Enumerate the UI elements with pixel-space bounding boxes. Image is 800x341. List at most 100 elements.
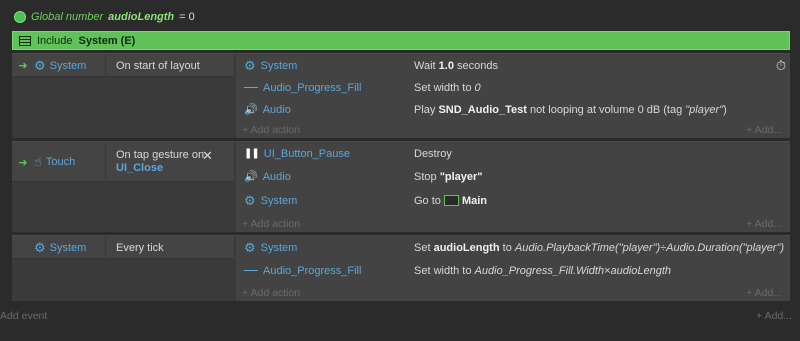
global-value: = 0 [179,11,195,23]
action-object: ⚙ System [236,194,406,207]
action-object: 🔊 Audio [236,103,406,117]
action-object-label: System [260,241,298,254]
action-row[interactable]: ⚙ System Set audioLength to Audio.Playba… [236,236,790,259]
arrow-right-icon: ➜ [18,60,28,72]
action-object: Audio_Progress_Fill [236,265,406,277]
add-event-button[interactable]: Add event [0,310,47,322]
condition-text: On start of layout [116,59,200,72]
action-object: 🔊 Audio [236,170,406,184]
action-object: ❚❚ UI_Button_Pause [236,148,406,160]
event-block[interactable]: ➜ ☝ Touch On tap gesture on UI_Close ✕ ❚… [12,141,790,232]
condition-text-line1: On tap gesture on [116,149,205,161]
action-text-pre: Set width to [414,81,475,94]
globe-icon [14,11,26,23]
action-text-pre: Wait [414,59,439,72]
action-row[interactable]: Audio_Progress_Fill Set width to Audio_P… [236,259,790,282]
condition-text: Every tick [116,241,164,254]
condition-text: On tap gesture on UI_Close [106,149,204,175]
condition-target: UI_Close [116,162,164,174]
condition-object[interactable]: ☝ Touch [34,142,106,182]
action-text: Set width to Audio_Progress_Fill.Width×a… [406,265,671,277]
action-text-bold: "player" [439,170,483,183]
event-block[interactable]: ➜ ⚙ System On start of layout ⏱ ⚙ System… [12,53,790,138]
touch-hand-icon: ☝ [34,154,42,169]
condition-row[interactable]: ⚙ System Every tick [12,236,234,259]
action-row[interactable]: 🔊 Audio Play SND_Audio_Test not looping … [236,98,790,121]
arrow-right-icon: ➜ [18,156,28,169]
action-text: Go to Main [406,195,487,207]
action-object-label: System [260,59,298,72]
add-more-button[interactable]: + Add... [746,218,782,230]
action-object: Audio_Progress_Fill [236,82,406,94]
condition-column[interactable]: ➜ ☝ Touch On tap gesture on UI_Close ✕ [12,142,234,232]
action-object-label: UI_Button_Pause [263,147,350,160]
gear-icon: ⚙ [244,58,256,73]
global-name: audioLength [108,11,175,23]
add-action-button[interactable]: + Add action [242,124,300,136]
action-row[interactable]: ⚙ System Wait 1.0 seconds [236,54,790,77]
include-row[interactable]: Include System (E) [12,31,790,50]
action-text-pre: Set width to [414,264,475,277]
close-icon[interactable]: ✕ [202,148,213,164]
actions-column[interactable]: ⚙ System Set audioLength to Audio.Playba… [236,236,790,301]
condition-object-label: System [49,59,87,72]
action-text-post: to [499,241,515,254]
action-text-italic: "player" [685,103,724,116]
action-object-label: Audio_Progress_Fill [263,81,362,94]
action-text: Stop "player" [406,171,483,183]
add-action-button[interactable]: + Add action [242,218,300,230]
condition-column[interactable]: ⚙ System Every tick [12,236,234,301]
action-row[interactable]: ❚❚ UI_Button_Pause Destroy [236,142,790,165]
add-action-button[interactable]: + Add action [242,287,300,299]
action-text-post: not looping at volume 0 dB (tag [526,103,686,116]
condition-object[interactable]: ⚙ System [34,236,106,259]
action-text-pre: Go to [414,194,444,207]
action-text-italic: Audio_Progress_Fill.Width×audioLength [474,264,672,277]
actions-column[interactable]: ⏱ ⚙ System Wait 1.0 seconds Audio_Progre… [236,54,790,138]
action-text-bold: audioLength [433,241,500,254]
action-text-bold: SND_Audio_Test [438,103,527,116]
action-text-pre: Play [414,103,439,116]
condition-object[interactable]: ⚙ System [34,54,106,77]
action-object-label: Audio [262,103,291,116]
action-object: ⚙ System [236,241,406,254]
action-row[interactable]: ⚙ System Go to Main [236,189,790,212]
action-text-pre: Stop [414,170,440,183]
action-object-label: Audio [262,170,291,183]
add-more-bottom-button[interactable]: + Add... [756,310,792,322]
add-more-button[interactable]: + Add... [746,124,782,136]
condition-object-label: Touch [45,156,76,168]
global-variable-row[interactable]: Global number audioLength = 0 [14,8,195,26]
sprite-line-icon [244,270,258,271]
gear-icon: ⚙ [244,193,256,208]
action-text-pre: Set [414,241,434,254]
pause-icon: ❚❚ [244,148,260,159]
action-row[interactable]: Audio_Progress_Fill Set width to 0 [236,76,790,99]
action-text: Destroy [414,147,452,160]
speaker-icon: 🔊 [244,104,258,116]
speaker-icon: 🔊 [244,171,258,183]
gear-icon: ⚙ [244,240,256,255]
action-text-italic: Audio.PlaybackTime("player")÷Audio.Durat… [514,241,785,254]
action-text-end: ) [723,103,727,116]
layout-icon [443,195,459,207]
action-text: Set audioLength to Audio.PlaybackTime("p… [406,242,784,254]
action-row[interactable]: 🔊 Audio Stop "player" [236,165,790,188]
action-object: ⚙ System [236,59,406,72]
action-text-bold: Main [461,194,488,207]
actions-column[interactable]: ❚❚ UI_Button_Pause Destroy 🔊 Audio Stop … [236,142,790,232]
gear-icon: ⚙ [34,58,46,73]
include-sheet: System (E) [78,34,136,47]
condition-row[interactable]: ➜ ☝ Touch On tap gesture on UI_Close [12,142,234,182]
action-text-bold: 1.0 [438,59,454,72]
event-block[interactable]: ⚙ System Every tick ⚙ System Set audioLe… [12,235,790,301]
condition-row[interactable]: ➜ ⚙ System On start of layout [12,54,234,77]
action-text: Wait 1.0 seconds [406,60,498,72]
add-more-button[interactable]: + Add... [746,287,782,299]
action-text: Play SND_Audio_Test not looping at volum… [406,104,727,116]
sprite-line-icon [244,87,258,88]
condition-column[interactable]: ➜ ⚙ System On start of layout [12,54,234,138]
condition-object-label: System [49,241,87,254]
list-icon [19,35,31,46]
gear-icon: ⚙ [34,240,46,255]
